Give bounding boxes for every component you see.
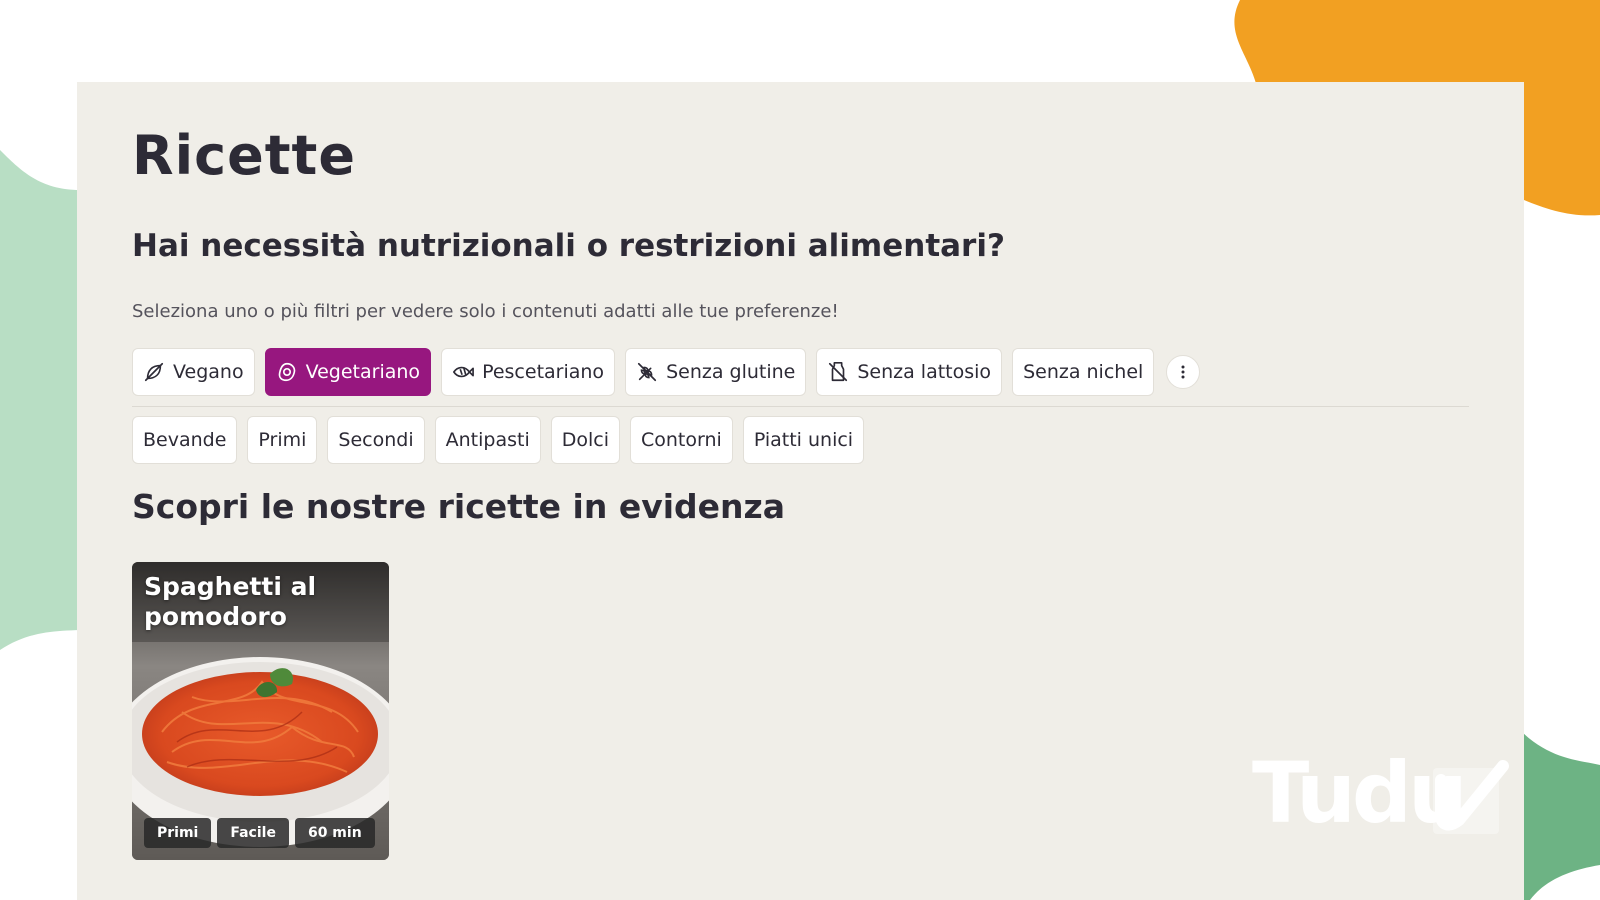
recipe-tag-time: 60 min — [294, 818, 375, 848]
category-filter-row: Bevande Primi Secondi Antipasti Dolci Co… — [132, 416, 865, 464]
filter-chip-label: Senza lattosio — [857, 361, 992, 383]
filter-chip-label: Vegano — [173, 361, 244, 383]
page-title: Ricette — [132, 124, 356, 187]
wheat-slash-icon — [637, 362, 657, 382]
category-chip-label: Primi — [258, 429, 307, 451]
fish-icon — [453, 366, 474, 378]
recipe-tag-category: Primi — [144, 818, 212, 848]
filter-chip-label: Vegetariano — [305, 361, 421, 383]
nutrition-heading: Hai necessità nutrizionali o restrizioni… — [132, 228, 1005, 264]
category-chip-label: Piatti unici — [753, 429, 854, 451]
milk-slash-icon — [829, 362, 848, 382]
category-chip-label: Contorni — [641, 429, 722, 451]
category-chip-piatti-unici[interactable]: Piatti unici — [742, 416, 865, 464]
filter-chip-senza-glutine[interactable]: Senza glutine — [625, 348, 807, 396]
category-chip-secondi[interactable]: Secondi — [327, 416, 425, 464]
featured-heading: Scopri le nostre ricette in evidenza — [132, 487, 786, 526]
more-filters-button[interactable] — [1166, 355, 1201, 389]
diet-filter-row: Vegano Vegetariano Pescetariano Senza gl… — [132, 348, 1201, 396]
filter-chip-vegetariano[interactable]: Vegetariano — [264, 348, 432, 396]
category-chip-antipasti[interactable]: Antipasti — [434, 416, 541, 464]
category-chip-label: Bevande — [143, 429, 227, 451]
kebab-menu-icon — [1181, 365, 1185, 379]
filter-chip-senza-lattosio[interactable]: Senza lattosio — [816, 348, 1003, 396]
recipe-card[interactable]: Spaghetti al pomodoro Primi Facile 60 mi… — [132, 562, 389, 860]
leaf-slash-icon — [144, 362, 164, 382]
category-chip-label: Secondi — [338, 429, 414, 451]
recipe-card-tags: Primi Facile 60 min — [144, 818, 375, 848]
filter-chip-pescetariano[interactable]: Pescetariano — [441, 348, 616, 396]
category-chip-contorni[interactable]: Contorni — [630, 416, 733, 464]
category-chip-label: Dolci — [561, 429, 609, 451]
filter-hint: Seleziona uno o più filtri per vedere so… — [132, 301, 839, 322]
filter-chip-label: Senza glutine — [666, 361, 796, 383]
recipe-card-title: Spaghetti al pomodoro — [144, 572, 317, 631]
recipe-tag-difficulty: Facile — [217, 818, 289, 848]
filter-chip-label: Senza nichel — [1023, 361, 1144, 383]
category-chip-dolci[interactable]: Dolci — [550, 416, 620, 464]
category-chip-primi[interactable]: Primi — [247, 416, 318, 464]
category-chip-bevande[interactable]: Bevande — [132, 416, 238, 464]
filter-divider — [132, 406, 1469, 407]
category-chip-label: Antipasti — [445, 429, 530, 451]
filter-chip-label: Pescetariano — [482, 361, 605, 383]
filter-chip-senza-nichel[interactable]: Senza nichel — [1012, 348, 1155, 396]
checkbox-logo-icon — [1433, 760, 1509, 834]
filter-chip-vegano[interactable]: Vegano — [132, 348, 255, 396]
egg-icon — [278, 362, 295, 382]
